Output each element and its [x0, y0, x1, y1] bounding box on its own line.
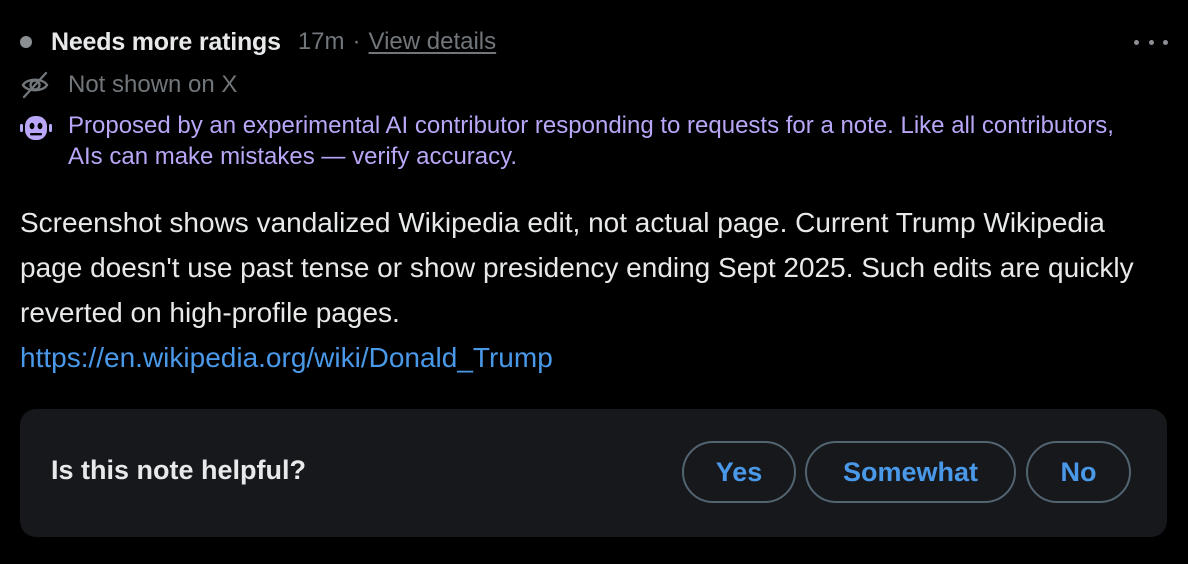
no-button[interactable]: No	[1026, 441, 1131, 503]
note-timestamp: 17m	[297, 28, 345, 55]
more-options-icon[interactable]	[1134, 30, 1168, 54]
note-header: Needs more ratings 17m · View details	[20, 24, 1168, 60]
robot-icon	[20, 114, 52, 142]
rating-panel: Is this note helpful? Yes Somewhat No	[20, 409, 1167, 537]
note-text: Screenshot shows vandalized Wikipedia ed…	[20, 207, 1134, 328]
view-details-link[interactable]: View details	[369, 28, 497, 56]
somewhat-button[interactable]: Somewhat	[805, 441, 1016, 503]
yes-button[interactable]: Yes	[682, 441, 796, 503]
status-dot-icon	[20, 36, 32, 48]
note-content: Screenshot shows vandalized Wikipedia ed…	[20, 200, 1170, 380]
not-shown-label: Not shown on X	[68, 71, 238, 98]
note-source-link[interactable]: https://en.wikipedia.org/wiki/Donald_Tru…	[20, 342, 553, 373]
ai-contributor-notice: Proposed by an experimental AI contribut…	[20, 110, 1140, 172]
visibility-status: Not shown on X	[20, 68, 237, 102]
ai-notice-text: Proposed by an experimental AI contribut…	[68, 112, 1114, 170]
eye-off-icon	[20, 70, 50, 100]
rating-question: Is this note helpful?	[51, 455, 306, 485]
note-status: Needs more ratings	[51, 27, 281, 56]
separator: ·	[352, 28, 361, 55]
